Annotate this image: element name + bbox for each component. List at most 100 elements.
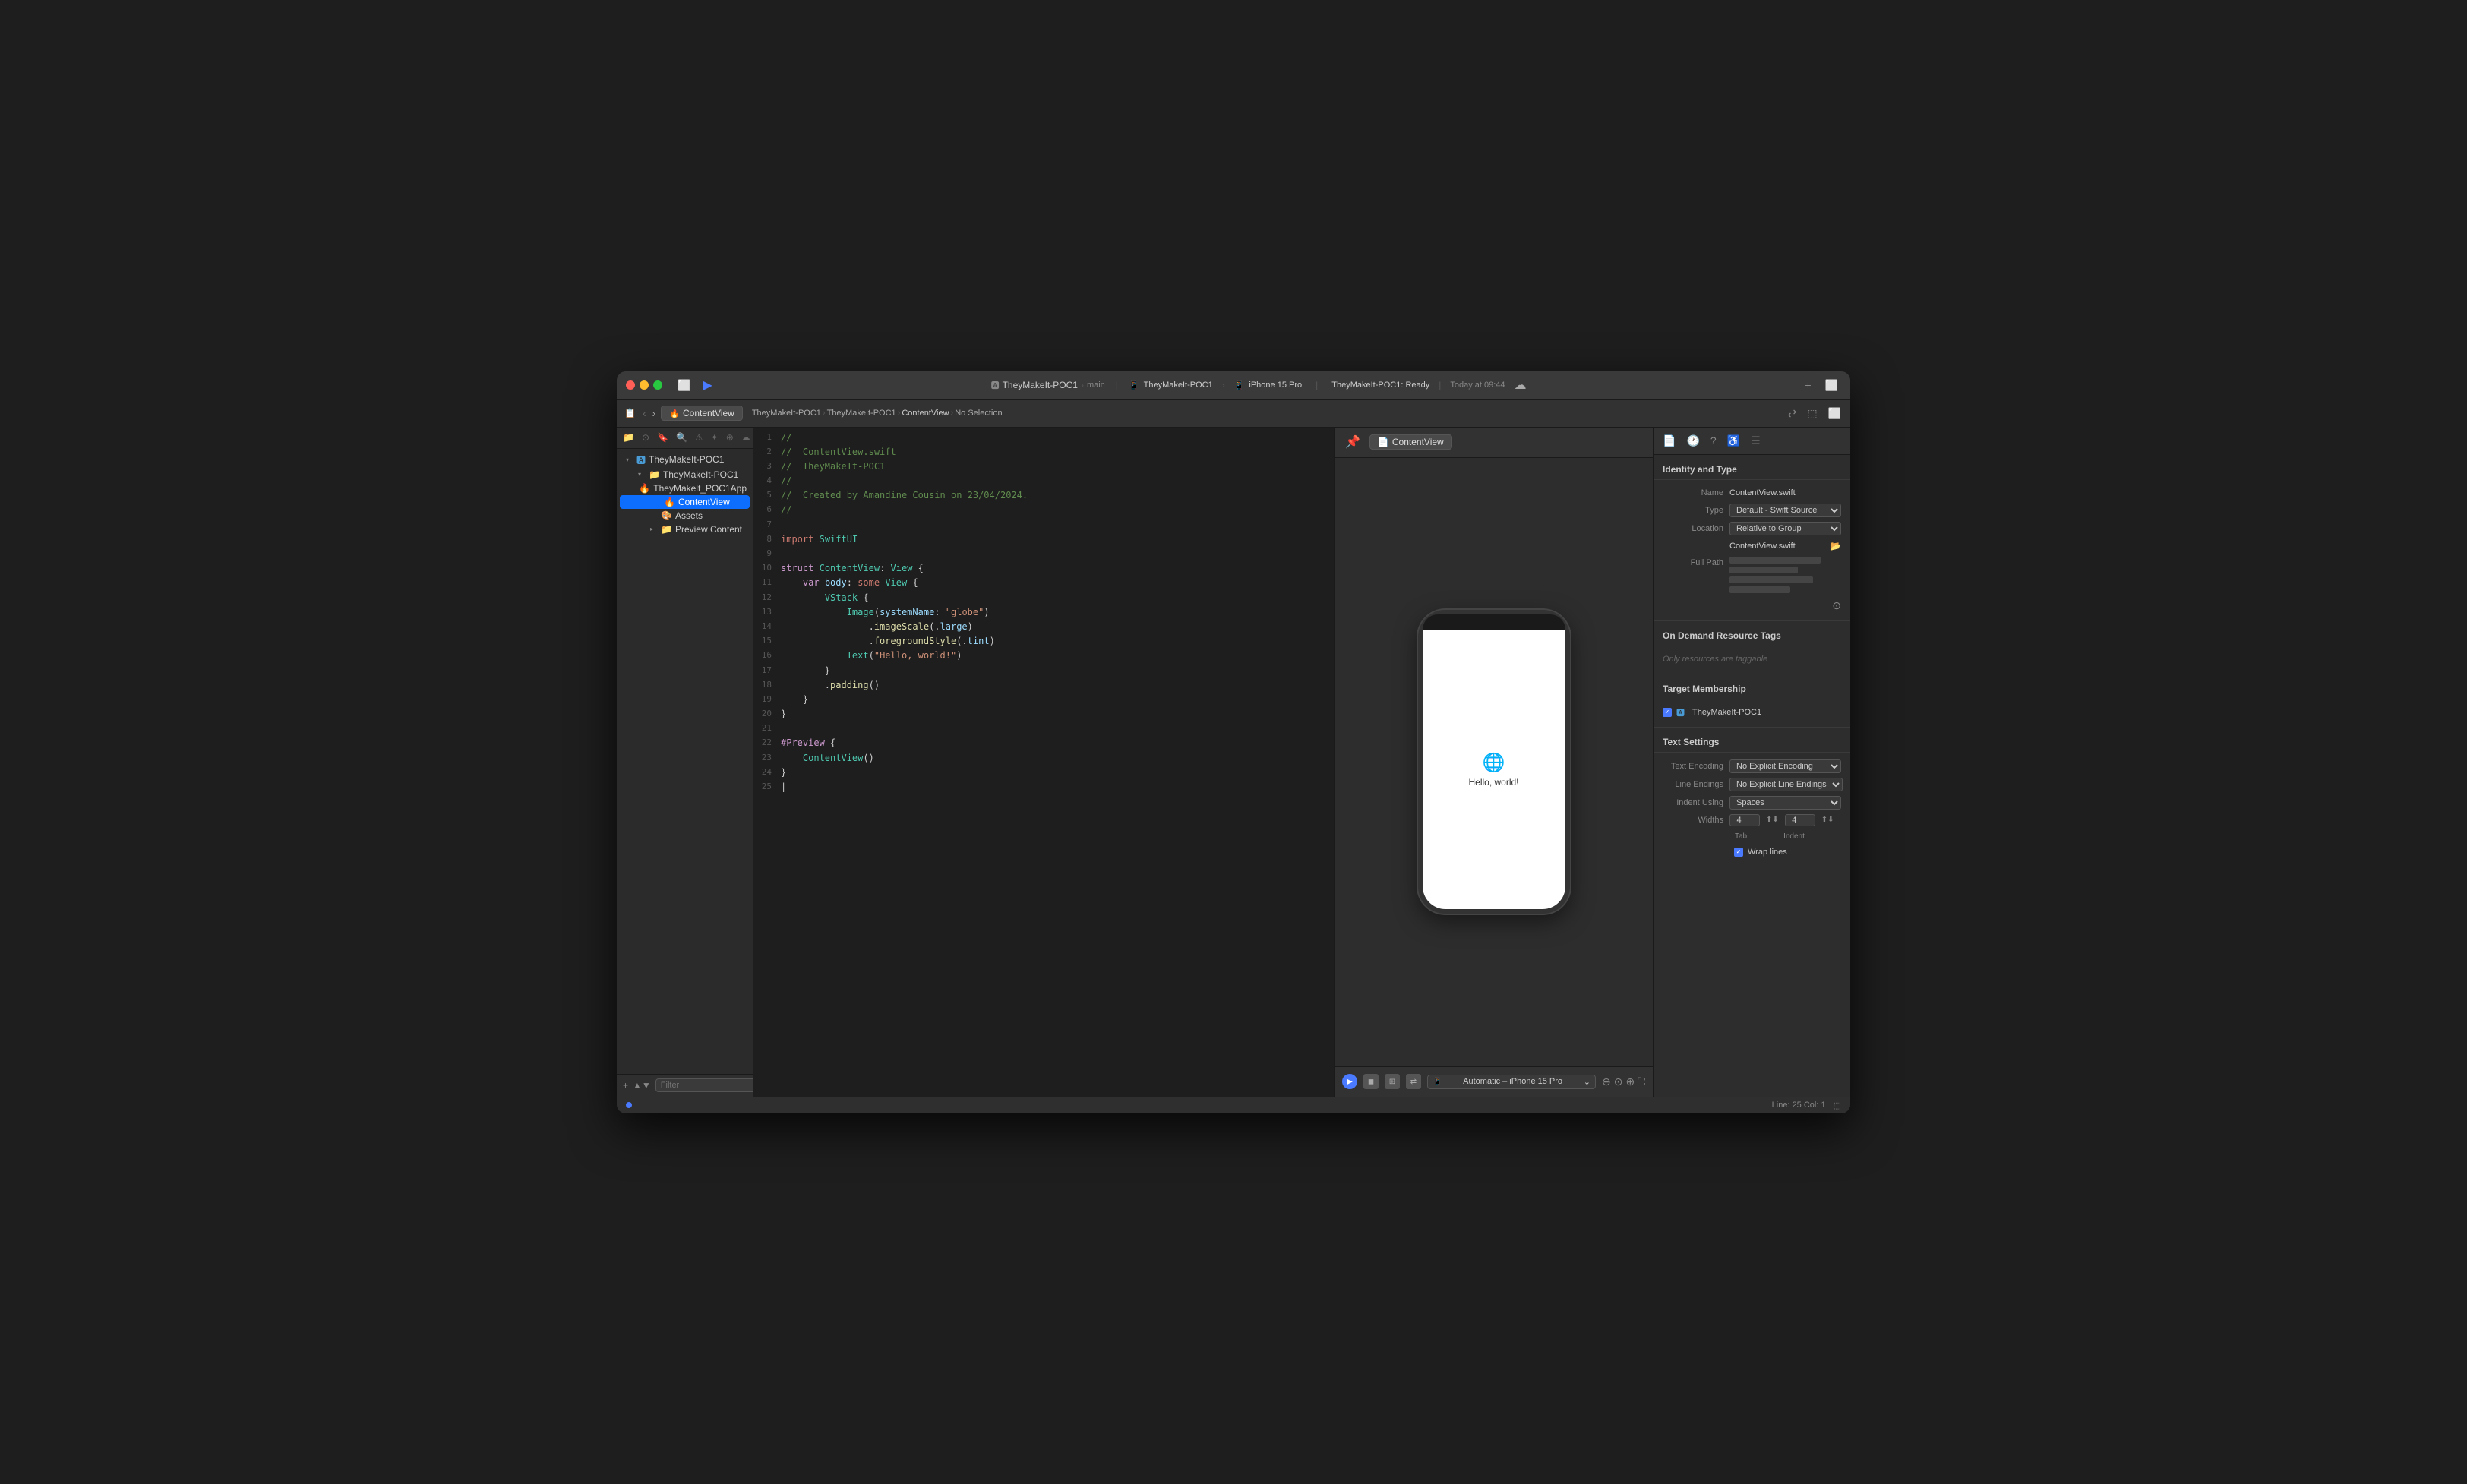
titlebar-icons: + ⬜ bbox=[1802, 377, 1841, 393]
indent-stepper[interactable]: ⬆⬇ bbox=[1821, 816, 1834, 824]
zoom-fit-button[interactable]: ⊙ bbox=[1614, 1075, 1623, 1088]
tree-item-app[interactable]: ▸ 🔥 TheyMakelt_POC1App bbox=[617, 482, 753, 495]
name-row: Name ContentView.swift bbox=[1654, 485, 1850, 501]
tab-indent-labels: Tab Indent bbox=[1654, 829, 1850, 845]
history-inspector-icon[interactable]: 🕐 bbox=[1683, 433, 1702, 449]
code-editor[interactable]: 1 // 2 // ContentView.swift 3 // TheyMak… bbox=[753, 428, 1334, 1097]
panel-right-button[interactable]: ⬜ bbox=[1825, 406, 1844, 422]
cloud-icon-sidebar[interactable]: ☁ bbox=[740, 431, 752, 444]
indent-width-input[interactable] bbox=[1785, 814, 1815, 826]
location-label: Location bbox=[1663, 524, 1723, 533]
close-button[interactable] bbox=[626, 380, 635, 390]
indent-using-select[interactable]: Spaces bbox=[1729, 796, 1841, 810]
tree-item-preview[interactable]: ▸ 📁 Preview Content bbox=[617, 523, 753, 536]
fullpath-blurred-2 bbox=[1729, 567, 1798, 573]
indent-col-label: Indent bbox=[1783, 832, 1805, 841]
debug-icon[interactable]: ⊕ bbox=[725, 431, 735, 444]
tree-item-contentview[interactable]: ▸ 🔥 ContentView bbox=[620, 495, 750, 509]
breadcrumb-sep-2: › bbox=[951, 409, 954, 418]
search-icon[interactable]: 🔍 bbox=[674, 431, 689, 444]
maximize-button[interactable] bbox=[653, 380, 662, 390]
line-endings-select[interactable]: No Explicit Line Endings bbox=[1729, 778, 1843, 791]
layout-button[interactable]: ⬚ bbox=[1804, 406, 1820, 422]
preview-tab-label: ContentView bbox=[1392, 437, 1444, 447]
statusbar: Line: 25 Col: 1 ⬚ bbox=[617, 1097, 1850, 1113]
main-layout: 📁 ⊙ 🔖 🔍 ⚠ ✦ ⊕ ☁ ▾ 🅰 TheyMakeIt-POC1 bbox=[617, 428, 1850, 1097]
forward-arrow[interactable]: › bbox=[650, 407, 659, 419]
wrap-lines-row: ✓ Wrap lines bbox=[1654, 845, 1850, 859]
location-file-icon[interactable]: 📂 bbox=[1830, 541, 1841, 551]
preview-swap-button[interactable]: ⇄ bbox=[1406, 1074, 1421, 1089]
code-line-13: 13 Image(systemName: "globe") bbox=[753, 605, 1334, 620]
xcode-window: ⬜ ▶ 🅰 TheyMakeIt-POC1 › main | 📱 TheyMak… bbox=[617, 371, 1850, 1113]
preview-stop-button[interactable]: ◼ bbox=[1363, 1074, 1379, 1089]
layout-status-icon[interactable]: ⬚ bbox=[1834, 1100, 1841, 1110]
editor-area: 1 // 2 // ContentView.swift 3 // TheyMak… bbox=[753, 428, 1334, 1097]
warning-icon[interactable]: ⚠ bbox=[693, 431, 705, 444]
minimize-button[interactable] bbox=[640, 380, 649, 390]
sidebar-toggle-button[interactable]: ⬜ bbox=[674, 377, 693, 393]
code-line-24: 24 } bbox=[753, 766, 1334, 780]
titlebar-center: 🅰 TheyMakeIt-POC1 › main | 📱 TheyMakeIt-… bbox=[722, 377, 1796, 393]
file-tab[interactable]: 🔥 ContentView bbox=[661, 406, 743, 421]
encoding-row: Text Encoding No Explicit Encoding bbox=[1654, 757, 1850, 775]
add-button[interactable]: + bbox=[1802, 377, 1814, 393]
build-time: Today at 09:44 bbox=[1450, 380, 1505, 390]
type-row: Type Default - Swift Source bbox=[1654, 501, 1850, 519]
zoom-full-button[interactable]: ⛶ bbox=[1638, 1075, 1645, 1088]
file-inspector-icon[interactable]: 📄 bbox=[1660, 433, 1679, 449]
accessibility-icon[interactable]: ♿ bbox=[1724, 433, 1743, 449]
test-icon[interactable]: ✦ bbox=[709, 431, 720, 444]
wrap-lines-checkbox[interactable]: ✓ bbox=[1734, 848, 1743, 857]
breadcrumb-item-1[interactable]: TheyMakeIt-POC1 bbox=[827, 409, 896, 418]
fullpath-blurred-1 bbox=[1729, 557, 1821, 564]
location-select[interactable]: Relative to Group bbox=[1729, 522, 1841, 535]
type-select[interactable]: Default - Swift Source bbox=[1729, 504, 1841, 517]
phone-frame: 🌐 Hello, world! bbox=[1418, 610, 1570, 914]
preview-grid-button[interactable]: ⊞ bbox=[1385, 1074, 1400, 1089]
source-control-icon[interactable]: ⊙ bbox=[640, 431, 651, 444]
location-row: Location Relative to Group bbox=[1654, 519, 1850, 538]
play-button[interactable]: ▶ bbox=[700, 376, 715, 394]
cursor-position: Line: 25 Col: 1 bbox=[1772, 1100, 1826, 1110]
inspector-toggle-button[interactable]: ⇄ bbox=[1785, 406, 1800, 422]
add-file-button[interactable]: + bbox=[623, 1080, 628, 1091]
copy-path-button[interactable]: ⊙ bbox=[1832, 599, 1841, 612]
folder-icon[interactable]: 📁 bbox=[621, 431, 636, 444]
tree-item-folder-root[interactable]: ▾ 📁 TheyMakeIt-POC1 bbox=[617, 468, 753, 482]
zoom-out-button[interactable]: ⊖ bbox=[1602, 1075, 1611, 1088]
sort-icon[interactable]: ▲▼ bbox=[633, 1080, 651, 1091]
encoding-select[interactable]: No Explicit Encoding bbox=[1729, 759, 1841, 773]
sidebar-cv-label: ContentView bbox=[678, 497, 730, 507]
breadcrumb-sep-0: › bbox=[823, 409, 826, 418]
sidebar: 📁 ⊙ 🔖 🔍 ⚠ ✦ ⊕ ☁ ▾ 🅰 TheyMakeIt-POC1 bbox=[617, 428, 753, 1097]
code-line-3: 3 // TheyMakeIt-POC1 bbox=[753, 459, 1334, 474]
preview-tab[interactable]: 📄 ContentView bbox=[1369, 434, 1452, 450]
tree-item-project-root[interactable]: ▾ 🅰 TheyMakeIt-POC1 bbox=[617, 452, 753, 468]
bookmark-icon[interactable]: 🔖 bbox=[655, 431, 670, 444]
code-line-15: 15 .foregroundStyle(.tint) bbox=[753, 634, 1334, 649]
localization-icon[interactable]: ☰ bbox=[1748, 433, 1764, 449]
tab-stepper[interactable]: ⬆⬇ bbox=[1766, 816, 1779, 824]
navigator-icon[interactable]: 📋 bbox=[623, 406, 637, 420]
filter-input[interactable] bbox=[655, 1078, 753, 1092]
toolbar: 📋 ‹ › 🔥 ContentView TheyMakeIt-POC1 › Th… bbox=[617, 400, 1850, 428]
assets-icon: 🎨 bbox=[661, 510, 672, 521]
back-arrow[interactable]: ‹ bbox=[640, 407, 649, 419]
zoom-in-button[interactable]: ⊕ bbox=[1625, 1075, 1635, 1088]
panel-toggle-button[interactable]: ⬜ bbox=[1822, 377, 1841, 393]
breadcrumb-item-0[interactable]: TheyMakeIt-POC1 bbox=[752, 409, 821, 418]
preview-folder-icon: 📁 bbox=[661, 524, 672, 535]
tab-width-input[interactable] bbox=[1729, 814, 1760, 826]
breadcrumb-item-3[interactable]: No Selection bbox=[955, 409, 1002, 418]
device-selector[interactable]: 📱 Automatic – iPhone 15 Pro ⌄ bbox=[1427, 1075, 1596, 1089]
identity-type-title: Identity and Type bbox=[1654, 461, 1850, 480]
breadcrumb-item-2[interactable]: ContentView bbox=[902, 409, 949, 418]
quick-help-icon[interactable]: ? bbox=[1707, 433, 1720, 448]
build-status: TheyMakeIt-POC1: Ready bbox=[1331, 380, 1429, 390]
pin-preview-button[interactable]: 📌 bbox=[1342, 433, 1363, 451]
line-endings-value: No Explicit Line Endings bbox=[1729, 778, 1843, 791]
target-checkbox[interactable]: ✓ bbox=[1663, 708, 1672, 717]
tree-item-assets[interactable]: ▸ 🎨 Assets bbox=[617, 509, 753, 523]
preview-play-button[interactable]: ▶ bbox=[1342, 1074, 1357, 1089]
